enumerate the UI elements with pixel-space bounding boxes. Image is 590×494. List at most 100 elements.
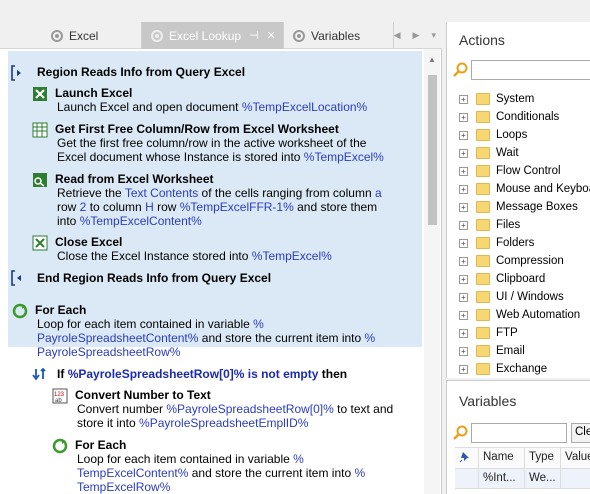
- region-start-label[interactable]: Region Reads Info from Query Excel: [37, 65, 245, 79]
- convert-desc1: Convert number %PayroleSpreadsheetRow[0]…: [77, 402, 393, 416]
- variable-ref: %TempExcelFFR-1%: [179, 200, 294, 214]
- column-header-value[interactable]: Value: [561, 448, 590, 468]
- pin-cell: [455, 469, 479, 488]
- action-category-label: Email: [496, 345, 525, 357]
- column-header-name[interactable]: Name: [479, 448, 525, 468]
- convert-title[interactable]: Convert Number to Text: [75, 388, 211, 402]
- action-category-item[interactable]: + Message Boxes: [459, 198, 578, 216]
- expand-icon[interactable]: +: [459, 94, 468, 104]
- folder-icon: [476, 237, 490, 249]
- expand-icon[interactable]: +: [459, 202, 468, 212]
- launch-excel-title[interactable]: Launch Excel: [55, 86, 132, 100]
- action-category-item[interactable]: + UI / Windows: [459, 288, 564, 306]
- script-editor[interactable]: Region Reads Info from Query Excel Launc…: [0, 49, 442, 494]
- launch-excel-desc: Launch Excel and open document %TempExce…: [57, 100, 367, 114]
- expand-icon[interactable]: +: [459, 130, 468, 140]
- action-category-item[interactable]: + Conditionals: [459, 108, 559, 126]
- folder-icon: [476, 201, 490, 213]
- scrollbar-thumb[interactable]: [428, 75, 437, 225]
- column-header-type[interactable]: Type: [525, 448, 561, 468]
- folder-icon: [476, 363, 490, 375]
- tab-scroll-right-icon[interactable]: ▶: [413, 30, 420, 41]
- foreach-desc3: TempExcelRow%: [77, 480, 170, 494]
- action-category-item[interactable]: + Mouse and Keyboard: [459, 180, 590, 198]
- action-category-item[interactable]: + Flow Control: [459, 162, 561, 180]
- action-category-item[interactable]: + Web Automation: [459, 306, 580, 324]
- expand-icon[interactable]: +: [459, 112, 468, 122]
- action-category-label: Clipboard: [496, 273, 546, 285]
- tab-label: Variables: [311, 28, 361, 43]
- variables-grid-header: Name Type Value: [455, 447, 590, 469]
- expand-icon[interactable]: +: [459, 148, 468, 158]
- expand-icon[interactable]: +: [459, 238, 468, 248]
- action-category-item[interactable]: + Exchange: [459, 360, 547, 378]
- foreach-title[interactable]: For Each: [75, 438, 126, 452]
- param-value: Text Contents: [124, 186, 199, 200]
- actions-search-input[interactable]: [471, 60, 590, 80]
- tab-excel-lookup[interactable]: Excel Lookup ⊣ ✕: [142, 22, 284, 49]
- expand-icon[interactable]: +: [459, 310, 468, 320]
- tab-variables[interactable]: Variables: [284, 22, 394, 49]
- read-excel-title[interactable]: Read from Excel Worksheet: [55, 172, 214, 186]
- table-row[interactable]: %Int... We...: [455, 469, 590, 489]
- tab-excel[interactable]: Excel: [42, 22, 142, 49]
- first-free-title[interactable]: Get First Free Column/Row from Excel Wor…: [55, 122, 339, 136]
- close-excel-icon: [32, 235, 48, 251]
- action-category-label: Conditionals: [496, 111, 560, 123]
- first-free-desc2: Excel document whose Instance is stored …: [57, 150, 384, 164]
- variable-ref: %TempExcel%: [251, 249, 332, 263]
- action-category-item[interactable]: + Email: [459, 342, 525, 360]
- expand-icon[interactable]: +: [459, 166, 468, 176]
- action-category-item[interactable]: + System: [459, 90, 534, 108]
- loop-icon: [12, 303, 28, 319]
- action-category-item[interactable]: + Compression: [459, 252, 564, 270]
- region-end-icon: [11, 270, 21, 286]
- action-category-label: Web Automation: [496, 309, 581, 321]
- pin-column-header[interactable]: [455, 448, 479, 468]
- action-category-item[interactable]: + FTP: [459, 324, 518, 342]
- pin-icon[interactable]: ⊣: [249, 29, 259, 42]
- action-category-item[interactable]: + Clipboard: [459, 270, 545, 288]
- expand-icon[interactable]: +: [459, 346, 468, 356]
- desc-text: Launch Excel and open document: [57, 100, 242, 114]
- read-excel-icon: [33, 173, 47, 187]
- read-excel-desc3: into %TempExcelContent%: [57, 214, 202, 228]
- expand-icon[interactable]: +: [459, 364, 468, 374]
- scroll-up-icon[interactable]: ▲: [428, 55, 436, 64]
- expand-icon[interactable]: +: [459, 292, 468, 302]
- clear-button[interactable]: Clear: [571, 423, 590, 443]
- foreach-title[interactable]: For Each: [35, 303, 86, 317]
- first-free-icon: [32, 122, 48, 138]
- expand-icon[interactable]: +: [459, 220, 468, 230]
- settings-icon: [292, 29, 306, 43]
- action-category-item[interactable]: + Loops: [459, 126, 527, 144]
- variables-search-input[interactable]: [471, 423, 567, 443]
- action-category-item[interactable]: + Wait: [459, 144, 519, 162]
- expand-icon[interactable]: +: [459, 256, 468, 266]
- desc-text: of the cells ranging from column: [198, 186, 375, 200]
- close-icon[interactable]: ✕: [267, 29, 276, 42]
- close-excel-title[interactable]: Close Excel: [55, 235, 122, 249]
- expand-icon[interactable]: +: [459, 328, 468, 338]
- action-category-item[interactable]: + Files: [459, 216, 520, 234]
- tab-scroll-left-icon[interactable]: ◀: [394, 30, 401, 41]
- search-icon: [453, 62, 468, 77]
- if-statement[interactable]: If %PayroleSpreadsheetRow[0]% is not emp…: [57, 367, 347, 381]
- desc-text: Loop for each item contained in variable: [37, 317, 254, 331]
- folder-icon: [476, 111, 490, 123]
- tab-label: Excel Lookup: [169, 28, 242, 43]
- variable-ref: %TempExcel%: [303, 150, 384, 164]
- action-category-item[interactable]: + Folders: [459, 234, 534, 252]
- desc-text: Convert number: [77, 402, 167, 416]
- expand-icon[interactable]: +: [459, 274, 468, 284]
- loop-icon: [52, 438, 68, 454]
- variable-ref: %: [364, 331, 376, 345]
- tab-list-icon[interactable]: ▾: [431, 30, 436, 41]
- foreach-desc2: PayroleSpreadsheetContent% and store the…: [37, 331, 375, 345]
- editor-scrollbar[interactable]: ▲: [424, 49, 440, 494]
- action-category-label: Compression: [496, 255, 564, 267]
- region-end-label[interactable]: End Region Reads Info from Query Excel: [37, 271, 271, 285]
- folder-icon: [476, 345, 490, 357]
- action-category-label: Exchange: [496, 363, 548, 375]
- expand-icon[interactable]: +: [459, 184, 468, 194]
